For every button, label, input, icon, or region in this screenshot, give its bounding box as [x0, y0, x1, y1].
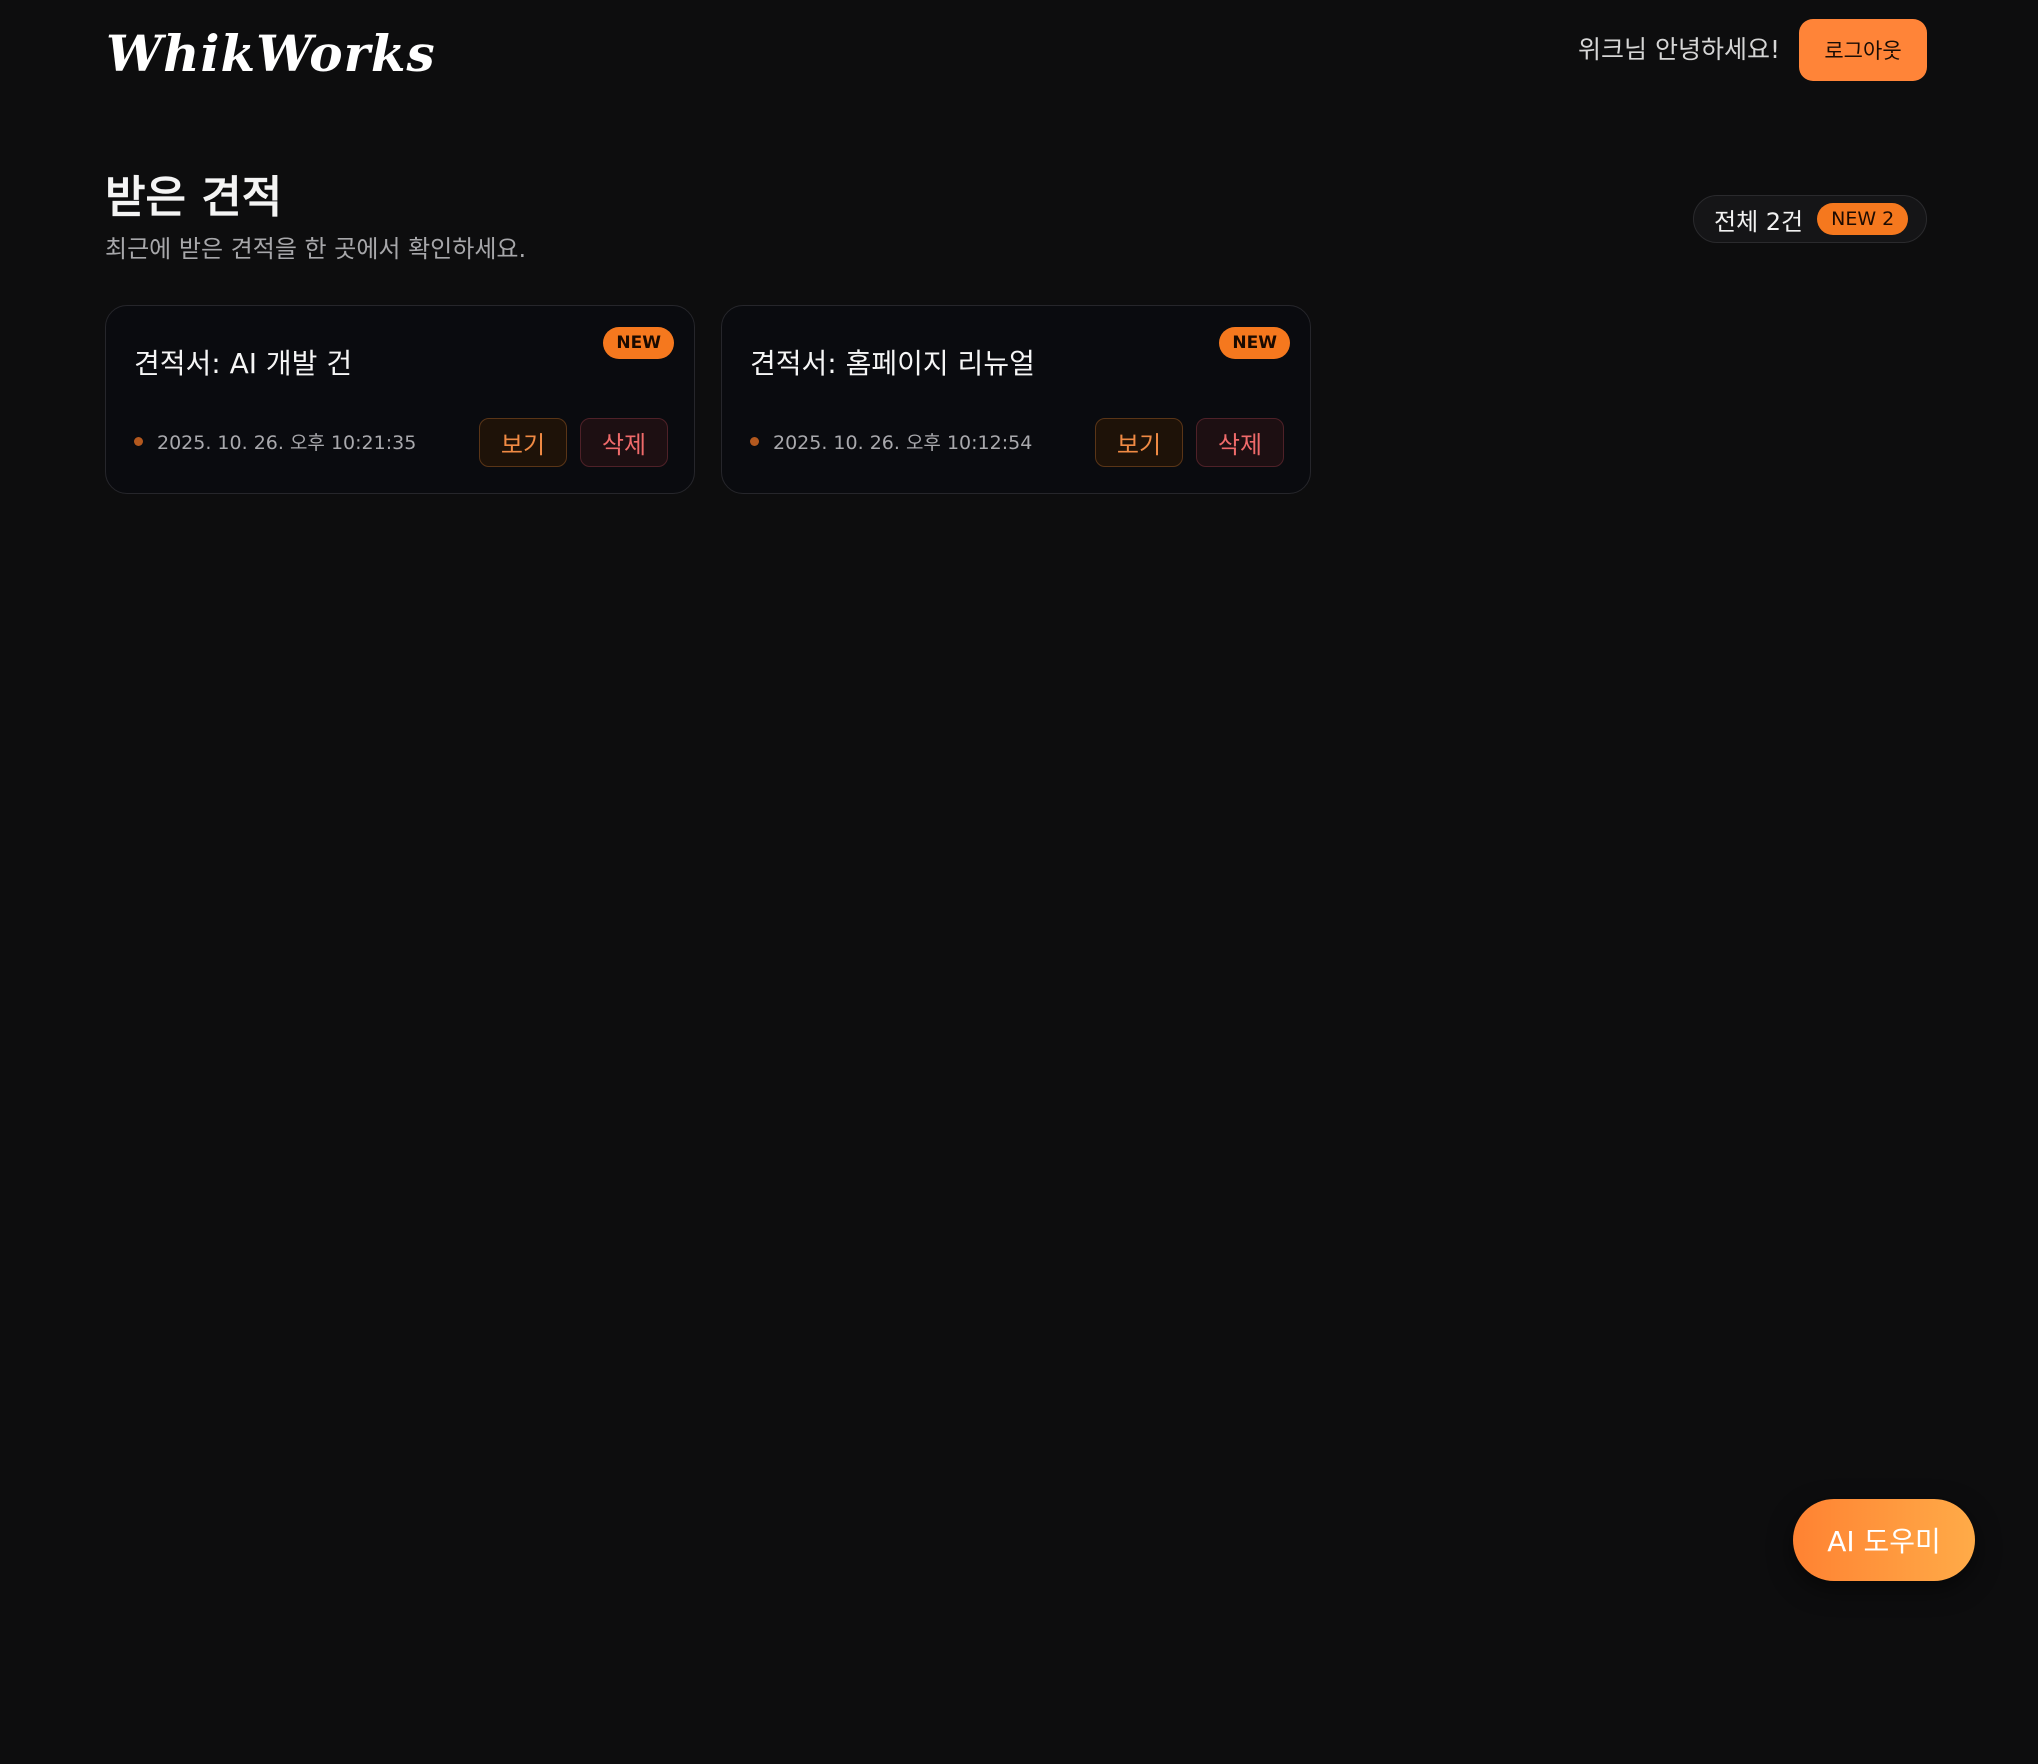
new-badge: NEW [603, 327, 674, 359]
top-header: WhikWorks 위크님 안녕하세요! 로그아웃 [0, 0, 2038, 110]
quote-date: 2025. 10. 26. 오후 10:21:35 [157, 431, 417, 454]
quote-card: NEW 견적서: 홈페이지 리뉴얼 2025. 10. 26. 오후 10:12… [721, 305, 1311, 494]
quote-meta: 2025. 10. 26. 오후 10:21:35 [134, 427, 416, 455]
brand-logo[interactable]: WhikWorks [106, 18, 436, 90]
quote-card: NEW 견적서: AI 개발 건 2025. 10. 26. 오후 10:21:… [105, 305, 695, 494]
view-button[interactable]: 보기 [479, 418, 567, 467]
ai-helper-button[interactable]: AI 도우미 [1793, 1499, 1975, 1581]
new-count-badge: NEW 2 [1817, 203, 1909, 235]
new-badge: NEW [1219, 327, 1290, 359]
page-subtitle: 최근에 받은 견적을 한 곳에서 확인하세요. [105, 235, 527, 263]
total-count: 전체 2건 [1714, 207, 1804, 236]
logout-button[interactable]: 로그아웃 [1799, 19, 1927, 81]
quote-meta: 2025. 10. 26. 오후 10:12:54 [750, 427, 1032, 455]
quote-title: 견적서: 홈페이지 리뉴얼 [750, 347, 1035, 380]
user-greeting: 위크님 안녕하세요! [1578, 35, 1780, 64]
status-dot-icon [750, 436, 759, 446]
delete-button[interactable]: 삭제 [1196, 418, 1284, 467]
page-title: 받은 견적 [105, 172, 283, 223]
quote-title: 견적서: AI 개발 건 [134, 347, 353, 380]
view-button[interactable]: 보기 [1095, 418, 1183, 467]
delete-button[interactable]: 삭제 [580, 418, 668, 467]
quote-date: 2025. 10. 26. 오후 10:12:54 [773, 431, 1033, 454]
quote-count-pill: 전체 2건 NEW 2 [1693, 195, 1927, 243]
status-dot-icon [134, 436, 143, 446]
